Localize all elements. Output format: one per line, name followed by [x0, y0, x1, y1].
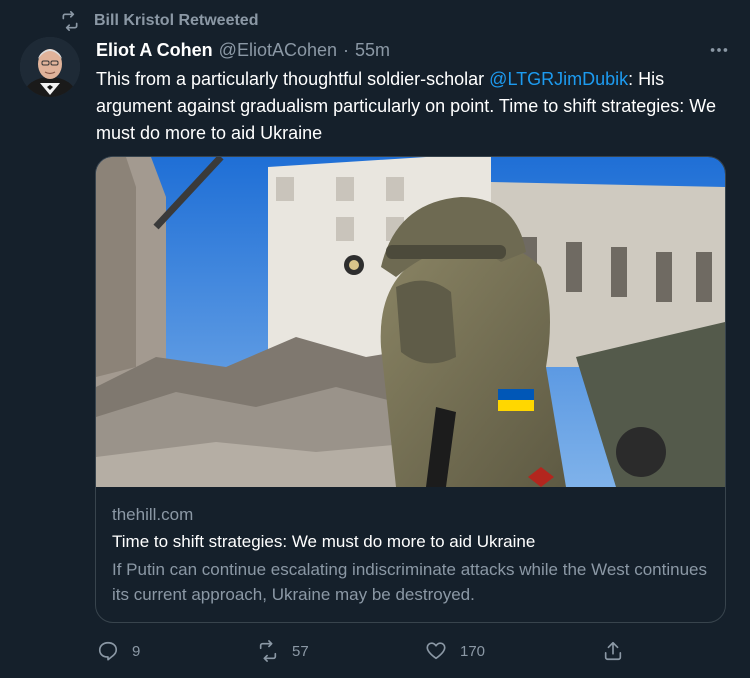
- card-photo: [96, 157, 725, 487]
- more-icon: [710, 48, 728, 52]
- separator-dot: ·: [343, 39, 350, 60]
- tweet[interactable]: Bill Kristol Retweeted Eliot A Cohen @El…: [0, 0, 750, 678]
- mention-link[interactable]: @LTGRJimDubik: [489, 69, 628, 89]
- retweet-label[interactable]: Bill Kristol Retweeted: [94, 12, 258, 30]
- retweet-count: 57: [292, 642, 309, 660]
- card-description: If Putin can continue escalating indiscr…: [112, 560, 707, 604]
- like-button[interactable]: 170: [424, 636, 485, 666]
- more-options-button[interactable]: [708, 37, 730, 63]
- share-button[interactable]: [601, 636, 637, 666]
- reply-button[interactable]: 9: [96, 636, 140, 666]
- retweet-button[interactable]: 57: [256, 636, 309, 666]
- link-card[interactable]: thehill.com Time to shift strategies: We…: [95, 156, 726, 623]
- card-meta: thehill.com Time to shift strategies: We…: [112, 503, 711, 607]
- like-count: 170: [460, 642, 486, 660]
- card-image[interactable]: [96, 157, 725, 487]
- author-name[interactable]: Eliot A Cohen: [96, 40, 213, 61]
- tweet-text: This from a particularly thoughtful sold…: [96, 66, 736, 147]
- tweet-actions: 9 57 170: [96, 636, 636, 666]
- card-title[interactable]: Time to shift strategies: We must do mor…: [112, 530, 711, 554]
- author-handle[interactable]: @EliotACohen: [219, 40, 337, 61]
- retweet-header: Bill Kristol Retweeted: [58, 8, 258, 34]
- tweet-text-start: This from a particularly thoughtful sold…: [96, 69, 490, 89]
- heart-icon: [424, 639, 448, 663]
- reply-icon: [96, 639, 120, 663]
- share-icon: [601, 639, 625, 663]
- reply-count: 9: [132, 642, 141, 660]
- card-domain: thehill.com: [112, 505, 194, 524]
- avatar[interactable]: [20, 37, 80, 97]
- retweet-action-icon: [256, 639, 280, 663]
- retweet-icon: [58, 9, 82, 33]
- tweet-time[interactable]: 55m: [355, 40, 390, 61]
- tweet-header: Eliot A Cohen @EliotACohen · 55m: [96, 37, 730, 63]
- avatar-image: [20, 37, 80, 97]
